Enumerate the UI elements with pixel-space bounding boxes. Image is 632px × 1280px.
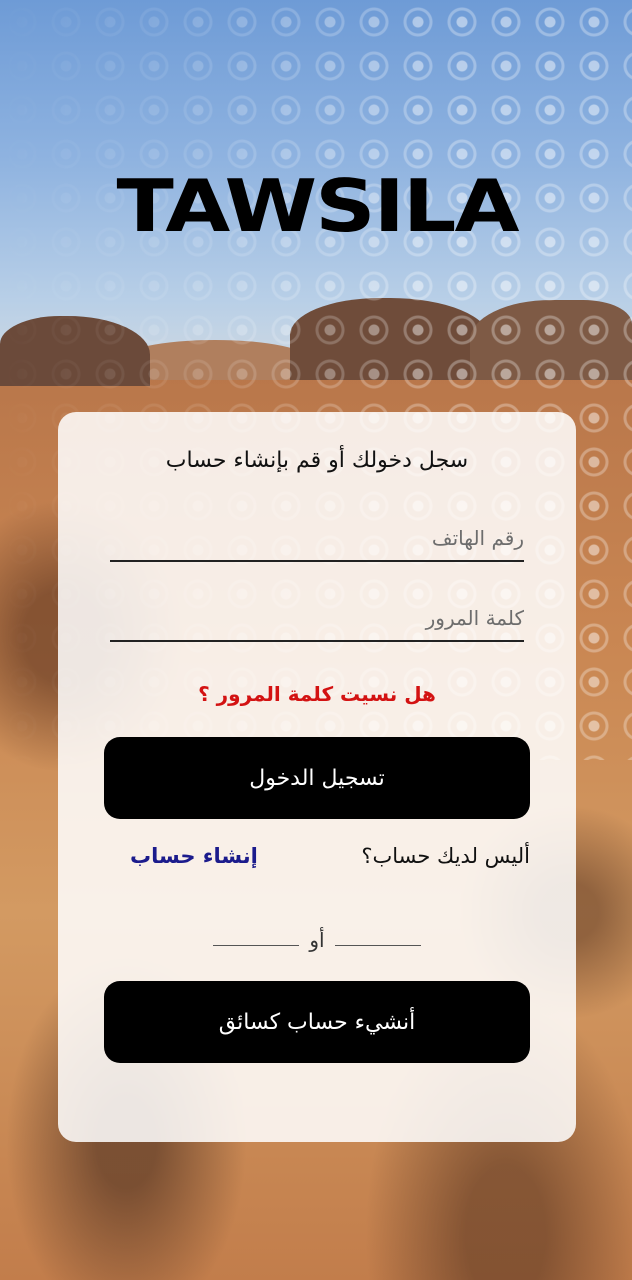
divider-line xyxy=(334,944,421,946)
divider-line xyxy=(213,944,300,946)
login-card: سجل دخولك أو قم بإنشاء حساب هل نسيت كلمة… xyxy=(58,412,576,1142)
no-account-text: أليس لديك حساب؟ xyxy=(361,844,530,868)
password-input[interactable] xyxy=(110,586,524,640)
password-field-wrapper xyxy=(110,586,524,642)
tawsila-logo: TAWSILA xyxy=(116,163,520,249)
login-card-title: سجل دخولك أو قم بإنشاء حساب xyxy=(165,448,469,473)
phone-input[interactable] xyxy=(110,506,524,560)
or-divider: أو xyxy=(58,928,576,952)
phone-field-wrapper xyxy=(110,506,524,562)
create-driver-account-button[interactable]: أنشيء حساب كسائق xyxy=(104,981,530,1063)
forgot-password-link[interactable]: هل نسيت كلمة المرور ؟ xyxy=(58,682,576,706)
create-account-link[interactable]: إنشاء حساب xyxy=(130,844,258,868)
login-button[interactable]: تسجيل الدخول xyxy=(104,737,530,819)
or-label: أو xyxy=(309,928,325,952)
